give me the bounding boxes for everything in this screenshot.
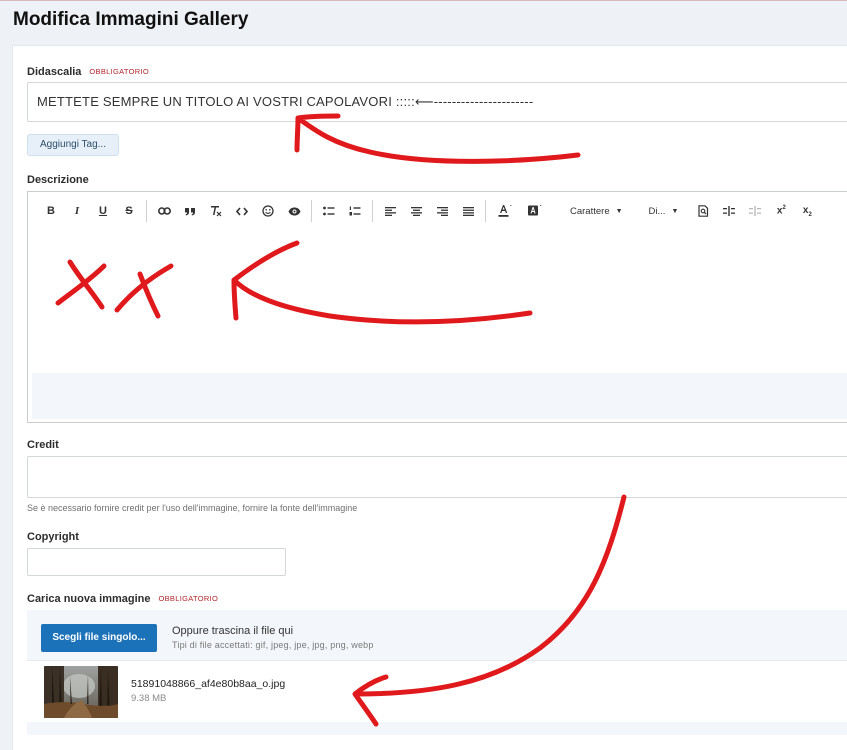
credit-input[interactable] [27,456,847,498]
description-editor: B I U S Carattere ▼ Di... ▼ x2 x2 [27,191,847,423]
file-name: 51891048866_af4e80b8aa_o.jpg [131,678,286,690]
bullet-list-icon [323,206,335,216]
upload-dropzone[interactable]: Scegli file singolo... Oppure trascina i… [27,610,847,735]
caption-label-text: Didascalia [27,66,82,78]
editor-content-area[interactable] [28,230,847,373]
credit-label: Credit [27,439,59,451]
link-icon [157,207,171,215]
font-dropdown[interactable]: Carattere ▼ [562,198,631,224]
superscript-icon: x2 [776,205,786,217]
bulleted-list-button[interactable] [316,198,342,224]
caption-required-tag: OBBLIGATORIO [89,67,150,76]
numbered-list-button[interactable] [342,198,368,224]
choose-file-button[interactable]: Scegli file singolo... [41,624,157,652]
code-icon [236,206,248,216]
caption-input[interactable]: METTETE SEMPRE UN TITOLO AI VOSTRI CAPOL… [27,82,847,122]
caption-label: Didascalia OBBLIGATORIO [27,66,149,78]
indent-button[interactable] [742,198,768,224]
page-title: Modifica Immagini Gallery [13,9,249,30]
text-color-icon [498,205,512,217]
size-dropdown-label: Di... [648,205,666,217]
align-right-button[interactable] [429,198,455,224]
chevron-down-icon: ▼ [615,207,623,215]
clear-format-icon [211,206,222,217]
align-left-button[interactable] [377,198,403,224]
underline-icon: U [99,205,107,217]
eye-icon [288,207,300,215]
align-center-icon [410,206,422,216]
indent-disabled-icon [749,206,762,216]
copyright-input[interactable] [27,548,286,576]
toolbar-separator [372,200,373,222]
align-center-button[interactable] [403,198,429,224]
toolbar-separator [485,200,486,222]
upload-required-tag: OBBLIGATORIO [158,594,219,603]
align-right-icon [436,206,448,216]
preview-button[interactable] [281,198,307,224]
find-document-icon [698,205,708,217]
text-color-button[interactable] [490,198,520,224]
toolbar-separator [311,200,312,222]
subscript-icon: x2 [802,204,812,218]
upload-label: Carica nuova immagine OBBLIGATORIO [27,593,218,605]
numbered-list-icon [349,206,361,216]
file-size: 9.38 MB [131,693,167,704]
superscript-button[interactable]: x2 [768,198,794,224]
code-button[interactable] [229,198,255,224]
subscript-button[interactable]: x2 [794,198,820,224]
quote-icon [185,207,195,215]
font-dropdown-label: Carattere [570,205,610,217]
strikethrough-button[interactable]: S [116,198,142,224]
clear-format-button[interactable] [203,198,229,224]
split-column-icon [723,206,736,216]
emoji-button[interactable] [255,198,281,224]
description-label: Descrizione [27,174,89,186]
bold-icon: B [47,205,55,217]
upload-label-text: Carica nuova immagine [27,593,151,605]
blockquote-button[interactable] [177,198,203,224]
italic-icon: I [74,205,80,217]
align-justify-icon [462,206,474,216]
editor-footer [32,373,847,419]
drop-hint: Oppure trascina il file qui [172,625,294,637]
copyright-label: Copyright [27,531,79,543]
smiley-icon [262,205,274,217]
size-dropdown[interactable]: Di... ▼ [641,198,687,224]
chevron-down-icon: ▼ [671,207,679,215]
strikethrough-icon: S [125,205,133,217]
find-button[interactable] [690,198,716,224]
outdent-button[interactable] [716,198,742,224]
bold-button[interactable]: B [38,198,64,224]
top-divider [0,0,847,1]
uploaded-file-row: 51891048866_af4e80b8aa_o.jpg 9.38 MB [27,660,847,722]
toolbar-separator [146,200,147,222]
align-left-icon [384,206,396,216]
editor-toolbar: B I U S Carattere ▼ Di... ▼ x2 x2 [28,192,847,230]
align-justify-button[interactable] [455,198,481,224]
file-thumbnail [44,666,118,718]
italic-button[interactable]: I [64,198,90,224]
background-color-icon [528,205,542,216]
link-button[interactable] [151,198,177,224]
credit-help-text: Se è necessario fornire credit per l'uso… [27,503,358,513]
underline-button[interactable]: U [90,198,116,224]
add-tag-button[interactable]: Aggiungi Tag... [27,134,119,156]
accepted-types: Tipi di file accettati: gif, jpeg, jpe, … [172,640,374,650]
background-color-button[interactable] [520,198,550,224]
